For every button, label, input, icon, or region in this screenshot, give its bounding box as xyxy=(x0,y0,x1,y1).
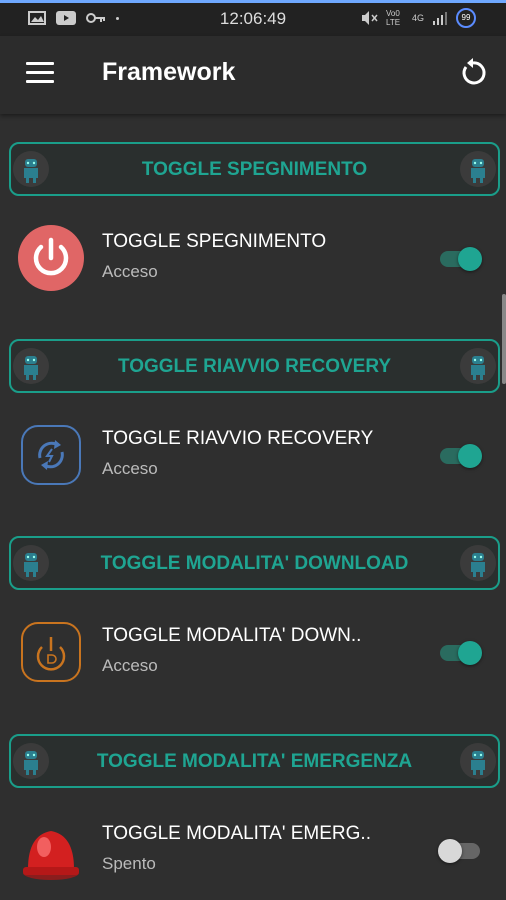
section-header-recovery: TOGGLE RIAVVIO RECOVERY xyxy=(9,339,500,393)
section-header-download: TOGGLE MODALITA' DOWNLOAD xyxy=(9,536,500,590)
item-title: TOGGLE MODALITA' DOWN.. xyxy=(102,625,362,646)
list-item-download[interactable]: TOGGLE MODALITA' DOWN.. Acceso xyxy=(0,601,506,701)
network-type: 4G xyxy=(411,13,424,23)
emergency-siren-icon xyxy=(23,831,79,880)
toggle-switch[interactable] xyxy=(438,641,482,665)
section-header-label: TOGGLE RIAVVIO RECOVERY xyxy=(117,356,392,377)
robot-icon xyxy=(460,151,496,187)
list-item-spegnimento[interactable]: TOGGLE SPEGNIMENTO Acceso xyxy=(0,207,506,307)
robot-icon xyxy=(460,348,496,384)
toggle-switch[interactable] xyxy=(438,839,482,863)
app-bar: Framework xyxy=(0,36,506,114)
power-icon xyxy=(18,225,84,291)
section-header-spegnimento: TOGGLE SPEGNIMENTO xyxy=(9,142,500,196)
list-item-emergenza[interactable]: TOGGLE MODALITA' EMERG.. Spento xyxy=(0,799,506,899)
mute-icon xyxy=(361,11,378,25)
recovery-icon xyxy=(21,425,81,485)
item-title: TOGGLE MODALITA' EMERG.. xyxy=(102,823,371,844)
item-title: TOGGLE RIAVVIO RECOVERY xyxy=(102,428,374,449)
download-mode-icon xyxy=(21,622,81,682)
battery-icon: 99 xyxy=(456,8,476,28)
robot-icon xyxy=(460,545,496,581)
section-header-emergenza: TOGGLE MODALITA' EMERGENZA xyxy=(9,734,500,788)
item-status: Acceso xyxy=(102,656,158,675)
system-icons: Vo0 LTE 4G 99 xyxy=(360,8,476,28)
list-item-recovery[interactable]: TOGGLE RIAVVIO RECOVERY Acceso xyxy=(0,404,506,504)
toggle-switch[interactable] xyxy=(438,247,482,271)
page-title: Framework xyxy=(102,58,236,86)
item-status: Acceso xyxy=(102,459,158,478)
status-bar: 12:06:49 Vo0 LTE 4G 99 xyxy=(0,0,506,36)
signal-icon xyxy=(433,12,447,25)
refresh-icon[interactable] xyxy=(458,58,488,88)
menu-icon[interactable] xyxy=(26,62,54,84)
section-header-label: TOGGLE SPEGNIMENTO xyxy=(141,159,368,180)
volte-label: Vo0 LTE xyxy=(385,9,401,27)
toggle-switch[interactable] xyxy=(438,444,482,468)
item-status: Acceso xyxy=(102,262,158,281)
section-header-label: TOGGLE MODALITA' DOWNLOAD xyxy=(100,553,409,574)
robot-icon xyxy=(460,743,496,779)
item-status: Spento xyxy=(102,854,156,873)
scrollbar[interactable] xyxy=(502,294,506,384)
section-header-label: TOGGLE MODALITA' EMERGENZA xyxy=(96,751,413,772)
item-title: TOGGLE SPEGNIMENTO xyxy=(102,231,327,252)
